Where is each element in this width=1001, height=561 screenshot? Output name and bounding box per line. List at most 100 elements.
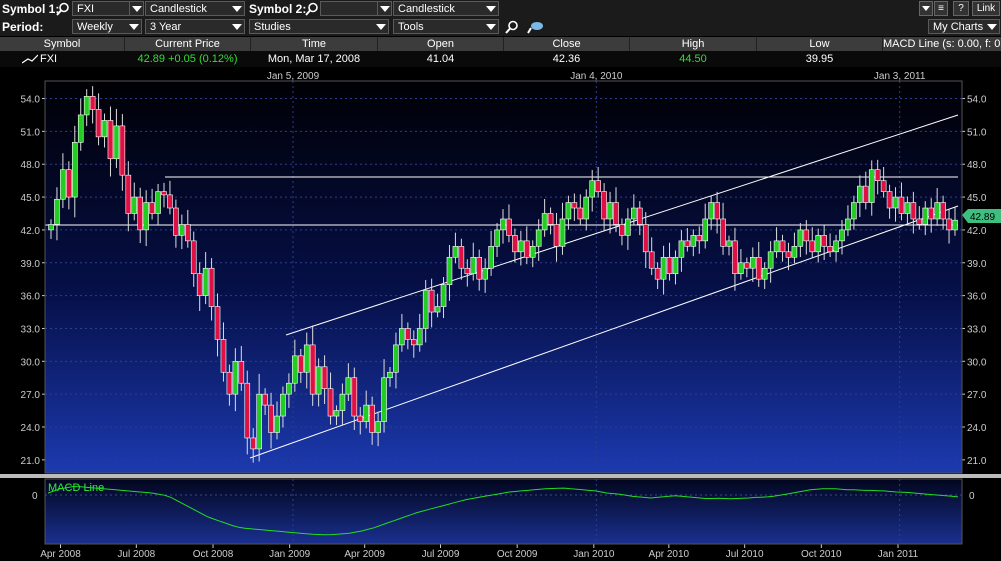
candle-body <box>738 262 744 275</box>
period-value: Weekly <box>77 21 113 33</box>
candle-body <box>636 207 643 225</box>
candle-body <box>851 202 857 220</box>
candle-body <box>54 198 60 225</box>
menu-list-button[interactable]: ≡ <box>934 1 948 16</box>
candle-body <box>399 328 405 346</box>
macd-zero-label-right: 0 <box>969 491 975 502</box>
candle-body <box>351 377 358 417</box>
link-button-label: Link <box>976 3 996 14</box>
top-date-label: Jan 4, 2010 <box>570 71 623 82</box>
candle-body <box>89 96 96 110</box>
period-select[interactable]: Weekly <box>72 19 142 34</box>
zoom-icon[interactable] <box>505 20 519 34</box>
header-open: Open <box>378 37 504 51</box>
candle-body <box>77 114 84 143</box>
x-tick-label: Oct 2008 <box>193 549 234 560</box>
candle-body <box>631 207 637 220</box>
candle-body <box>125 174 132 214</box>
candle-body <box>696 235 703 242</box>
y-tick-label: 33.0 <box>967 324 987 335</box>
symbol2-search-icon[interactable] <box>305 2 319 16</box>
candle-body <box>720 218 726 247</box>
candle-body <box>940 202 946 220</box>
candle-body <box>101 120 108 138</box>
candle-body <box>280 393 286 417</box>
candle-body <box>547 213 554 225</box>
help-button[interactable]: ? <box>953 1 969 16</box>
candle-body <box>732 240 738 275</box>
candle-body <box>184 224 191 242</box>
quote-high: 44.50 <box>679 53 707 65</box>
candle-body <box>405 328 411 340</box>
macd-zero-label-left: 0 <box>32 491 38 502</box>
y-tick-label: 36.0 <box>967 292 987 303</box>
my-charts-select[interactable]: My Charts <box>928 19 1000 34</box>
candle-body <box>744 262 750 269</box>
menu-dropdown-button[interactable] <box>919 1 933 16</box>
studies-select[interactable]: Studies <box>249 19 389 34</box>
quote-header: Symbol Current Price Time Open Close Hig… <box>0 37 1001 51</box>
candle-body <box>167 194 173 209</box>
price-chart[interactable]: 21.0 24.0 27.0 30.0 33.0 36.0 39.0 42.0 45.0 48.0… <box>0 68 1001 561</box>
y-tick-label: 42.0 <box>967 226 987 237</box>
y-tick-label: 51.0 <box>967 127 987 138</box>
candle-body <box>642 224 649 253</box>
help-button-label: ? <box>958 3 964 14</box>
x-tick-label: Jul 2008 <box>117 549 155 560</box>
candle-body <box>107 120 114 160</box>
quote-time: Mon, Mar 17, 2008 <box>267 53 361 65</box>
candle-body <box>714 202 720 220</box>
x-tick-label: Jan 2009 <box>269 549 311 560</box>
chevron-down-icon <box>987 24 997 30</box>
candle-body <box>416 328 423 346</box>
candle-body <box>577 207 584 220</box>
x-tick-label: Apr 2008 <box>40 549 81 560</box>
chevron-down-icon <box>232 6 242 12</box>
symbol2-input[interactable] <box>320 1 382 16</box>
candle-body <box>928 207 935 220</box>
candle-body <box>286 382 292 395</box>
symbol2-dropdown[interactable] <box>377 1 392 16</box>
candle-body <box>434 306 441 313</box>
header-symbol: Symbol <box>0 37 125 51</box>
range-select[interactable]: 3 Year <box>145 19 245 34</box>
candle-body <box>874 169 881 181</box>
tools-select[interactable]: Tools <box>393 19 499 34</box>
candle-body <box>571 202 578 209</box>
symbol1-dropdown[interactable] <box>129 1 144 16</box>
candle-body <box>678 240 685 258</box>
candle-body <box>601 191 607 220</box>
candle-body <box>726 240 732 247</box>
y-tick-label: 45.0 <box>21 193 41 204</box>
x-tick-label: Jan 2011 <box>878 549 919 560</box>
y-tick-label: 24.0 <box>21 423 41 434</box>
candle-body <box>934 202 940 220</box>
candle-body <box>833 240 839 253</box>
charttype1-select[interactable]: Candlestick <box>145 1 245 16</box>
tools-value: Tools <box>398 21 424 33</box>
list-icon: ≡ <box>938 3 944 14</box>
x-tick-label: Jan 2010 <box>573 549 615 560</box>
candle-body <box>565 202 572 220</box>
candle-body <box>886 191 893 209</box>
candle-body <box>470 256 477 275</box>
candle-body <box>755 256 762 280</box>
y-tick-label: 24.0 <box>967 423 987 434</box>
studies-value: Studies <box>254 21 291 33</box>
candle-body <box>494 229 500 247</box>
y-tick-label: 39.0 <box>967 259 987 270</box>
candle-body <box>625 218 631 236</box>
candle-body <box>190 240 197 275</box>
candle-body <box>749 256 756 269</box>
candle-body <box>708 202 714 220</box>
y-tick-label: 39.0 <box>21 259 41 270</box>
quote-row: FXI 42.89 +0.05 (0.12%) Mon, Mar 17, 200… <box>0 51 1001 67</box>
symbol1-search-icon[interactable] <box>56 2 70 16</box>
candle-body <box>428 289 435 313</box>
candle-body <box>892 196 899 209</box>
y-tick-label: 42.0 <box>21 226 41 237</box>
charttype2-select[interactable]: Candlestick <box>393 1 499 16</box>
chart-tool-icon[interactable] <box>527 20 545 34</box>
candle-body <box>797 229 804 247</box>
link-button[interactable]: Link <box>972 1 1000 16</box>
